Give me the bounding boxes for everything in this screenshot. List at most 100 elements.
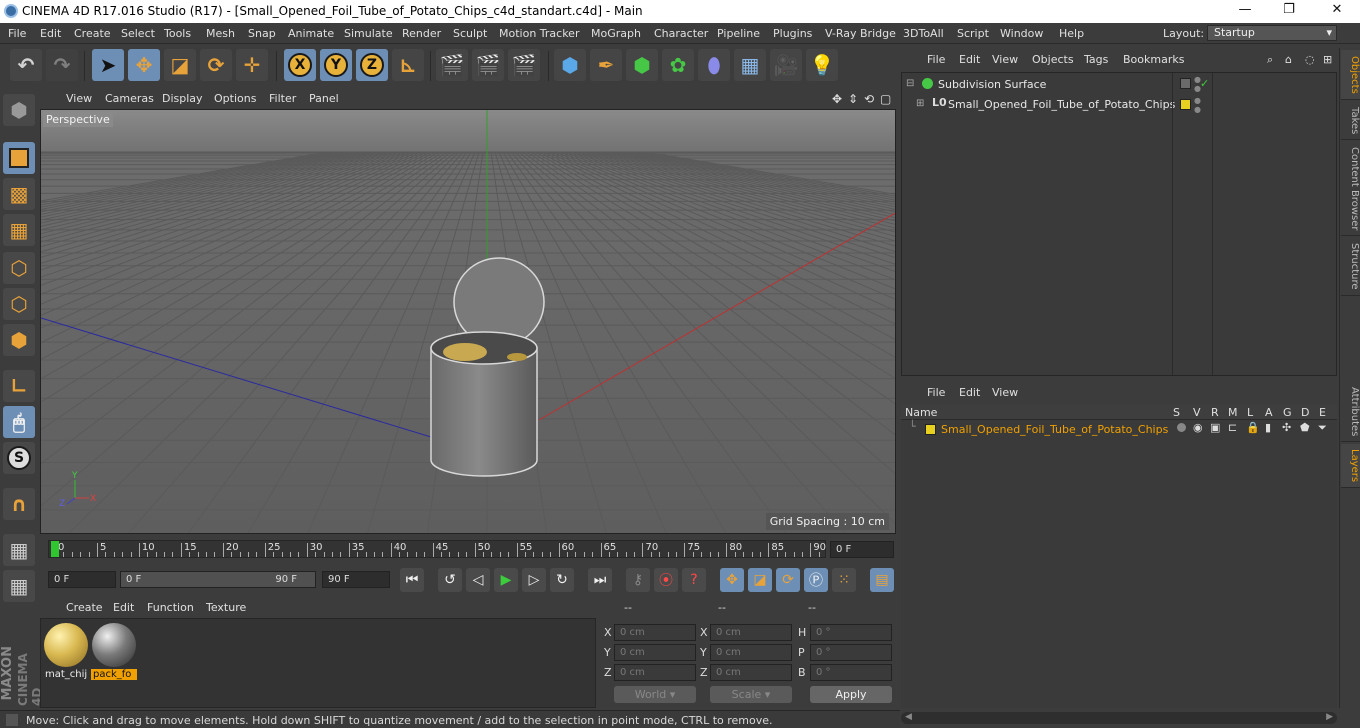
menu-edit[interactable]: Edit bbox=[40, 27, 61, 40]
key-position-button[interactable]: ✥ bbox=[720, 568, 744, 592]
y-axis-lock-button[interactable]: Y bbox=[320, 49, 352, 81]
magnet-button[interactable]: ∩ bbox=[3, 488, 35, 520]
scroll-left-icon[interactable]: ◀ bbox=[905, 712, 912, 722]
coordinate-system-button[interactable]: ⊾ bbox=[392, 49, 424, 81]
world-dropdown[interactable]: World ▾ bbox=[614, 686, 696, 703]
layer-header-solo[interactable]: S bbox=[1173, 406, 1180, 419]
layer-row[interactable]: └ Small_Opened_Foil_Tube_of_Potato_Chips… bbox=[901, 420, 1335, 440]
size-x-field[interactable]: 0 cm bbox=[710, 624, 792, 641]
texture-mode-button[interactable]: ▩ bbox=[3, 178, 35, 210]
layer-header-expressions[interactable]: E bbox=[1319, 406, 1326, 419]
objects-menu-bookmarks[interactable]: Bookmarks bbox=[1123, 53, 1184, 66]
enabled-check-icon[interactable]: ✓ bbox=[1200, 77, 1209, 90]
visibility-dots-icon[interactable]: ● ● bbox=[1194, 96, 1201, 114]
menu-create[interactable]: Create bbox=[74, 27, 111, 40]
previous-frame-button[interactable]: ◁ bbox=[466, 568, 490, 592]
material-menu-create[interactable]: Create bbox=[66, 601, 103, 614]
play-button[interactable]: ▶ bbox=[494, 568, 518, 592]
tweak-mode-button[interactable]: 🖱 bbox=[3, 406, 35, 438]
objects-new-window-icon[interactable]: ⊞ bbox=[1323, 53, 1332, 66]
layers-menu-edit[interactable]: Edit bbox=[959, 386, 980, 399]
edges-mode-button[interactable]: ⬡ bbox=[3, 288, 35, 320]
layer-expression-icon[interactable]: ⏷ bbox=[1318, 421, 1327, 435]
floor-button[interactable]: ▦ bbox=[734, 49, 766, 81]
workplane-mode-button[interactable]: ▦ bbox=[3, 214, 35, 246]
deformer-button[interactable]: ⬮ bbox=[698, 49, 730, 81]
render-view-button[interactable]: 🎬 bbox=[436, 49, 468, 81]
menu-mesh[interactable]: Mesh bbox=[206, 27, 235, 40]
layer-header-deformers[interactable]: D bbox=[1301, 406, 1309, 419]
cloner-button[interactable]: ✿ bbox=[662, 49, 694, 81]
menu-character[interactable]: Character bbox=[654, 27, 708, 40]
objects-menu-file[interactable]: File bbox=[927, 53, 945, 66]
model-mode-button[interactable] bbox=[3, 142, 35, 174]
collapse-icon[interactable]: ⊟ bbox=[906, 78, 914, 89]
material-menu-edit[interactable]: Edit bbox=[113, 601, 134, 614]
viewport-menu-panel[interactable]: Panel bbox=[309, 92, 339, 105]
layer-header-locked[interactable]: L bbox=[1247, 406, 1253, 419]
rotation-p-field[interactable]: 0 ° bbox=[810, 644, 892, 661]
render-picture-viewer-button[interactable]: 🎬 bbox=[472, 49, 504, 81]
layer-deformer-icon[interactable]: ⬟ bbox=[1300, 421, 1310, 434]
size-y-field[interactable]: 0 cm bbox=[710, 644, 792, 661]
object-row[interactable]: ⊟ Subdivision Surface ● ● ✓ bbox=[902, 75, 1336, 95]
menu-plugins[interactable]: Plugins bbox=[773, 27, 812, 40]
viewport-menu-display[interactable]: Display bbox=[162, 92, 203, 105]
menu-help[interactable]: Help bbox=[1059, 27, 1084, 40]
maximize-button[interactable]: ❐ bbox=[1274, 2, 1304, 20]
axis-mode-button[interactable]: ∟ bbox=[3, 370, 35, 402]
tab-structure[interactable]: Structure bbox=[1341, 238, 1360, 296]
material-item[interactable]: mat_chij bbox=[43, 623, 89, 680]
z-axis-lock-button[interactable]: Z bbox=[356, 49, 388, 81]
layer-header-view[interactable]: V bbox=[1193, 406, 1201, 419]
menu-vray-bridge[interactable]: V-Ray Bridge bbox=[825, 27, 896, 40]
make-editable-button[interactable]: ⬢ bbox=[3, 94, 35, 126]
cube-primitive-button[interactable]: ⬢ bbox=[554, 49, 586, 81]
key-scale-button[interactable]: ◪ bbox=[748, 568, 772, 592]
close-button[interactable]: ✕ bbox=[1322, 2, 1352, 20]
viewport-menu-options[interactable]: Options bbox=[214, 92, 256, 105]
position-y-field[interactable]: 0 cm bbox=[614, 644, 696, 661]
menu-tools[interactable]: Tools bbox=[164, 27, 191, 40]
viewport-menu-cameras[interactable]: Cameras bbox=[105, 92, 154, 105]
render-settings-button[interactable]: 🎬 bbox=[508, 49, 540, 81]
viewport-menu-view[interactable]: View bbox=[66, 92, 92, 105]
pen-spline-button[interactable]: ✒ bbox=[590, 49, 622, 81]
objects-menu-edit[interactable]: Edit bbox=[959, 53, 980, 66]
layer-solo-icon[interactable] bbox=[1177, 423, 1186, 432]
scale-tool-button[interactable]: ◪ bbox=[164, 49, 196, 81]
size-z-field[interactable]: 0 cm bbox=[710, 664, 792, 681]
layer-header-generators[interactable]: G bbox=[1283, 406, 1292, 419]
layer-lock-icon[interactable]: 🔒 bbox=[1246, 421, 1260, 434]
locked-workplane-button[interactable]: ▦ bbox=[3, 534, 35, 566]
autokey-button[interactable]: ? bbox=[682, 568, 706, 592]
layers-menu-file[interactable]: File bbox=[927, 386, 945, 399]
viewport-menu-filter[interactable]: Filter bbox=[269, 92, 296, 105]
rotation-b-field[interactable]: 0 ° bbox=[810, 664, 892, 681]
motion-record-button[interactable]: ⚷ bbox=[626, 568, 650, 592]
layer-header-render[interactable]: R bbox=[1211, 406, 1219, 419]
x-axis-lock-button[interactable]: X bbox=[284, 49, 316, 81]
3d-viewport[interactable]: Y X Z Perspective Grid Spacing : 10 cm bbox=[40, 109, 896, 534]
object-row[interactable]: ⊞ L0 Small_Opened_Foil_Tube_of_Potato_Ch… bbox=[902, 95, 1336, 115]
points-mode-button[interactable]: ⬡ bbox=[3, 252, 35, 284]
goto-end-button[interactable]: ⏭ bbox=[588, 568, 612, 592]
menu-motion-tracker[interactable]: Motion Tracker bbox=[499, 27, 579, 40]
tab-attributes[interactable]: Attributes bbox=[1341, 382, 1360, 442]
material-menu-texture[interactable]: Texture bbox=[206, 601, 246, 614]
objects-menu-tags[interactable]: Tags bbox=[1084, 53, 1108, 66]
timeline-ruler[interactable]: 0 5 10 15 20 25 30 35 40 45 50 55 60 65 70 75 80 85 90 0 F bbox=[40, 536, 896, 562]
layout-dropdown[interactable]: Startup ▾ bbox=[1207, 25, 1337, 41]
position-z-field[interactable]: 0 cm bbox=[614, 664, 696, 681]
layers-menu-view[interactable]: View bbox=[992, 386, 1018, 399]
key-parameter-button[interactable]: Ⓟ bbox=[804, 568, 828, 592]
menu-pipeline[interactable]: Pipeline bbox=[717, 27, 760, 40]
layer-horizontal-scrollbar[interactable]: ◀ ▶ bbox=[901, 712, 1337, 724]
goto-start-button[interactable]: ⏮ bbox=[400, 568, 424, 592]
object-name[interactable]: Subdivision Surface bbox=[938, 78, 1046, 91]
menu-render[interactable]: Render bbox=[402, 27, 441, 40]
object-name[interactable]: Small_Opened_Foil_Tube_of_Potato_Chips bbox=[948, 98, 1175, 111]
viewport-maximize-icon[interactable]: ▢ bbox=[880, 92, 891, 106]
recent-tool-button[interactable]: ✛ bbox=[236, 49, 268, 81]
objects-link-icon[interactable]: ◌ bbox=[1305, 53, 1315, 66]
